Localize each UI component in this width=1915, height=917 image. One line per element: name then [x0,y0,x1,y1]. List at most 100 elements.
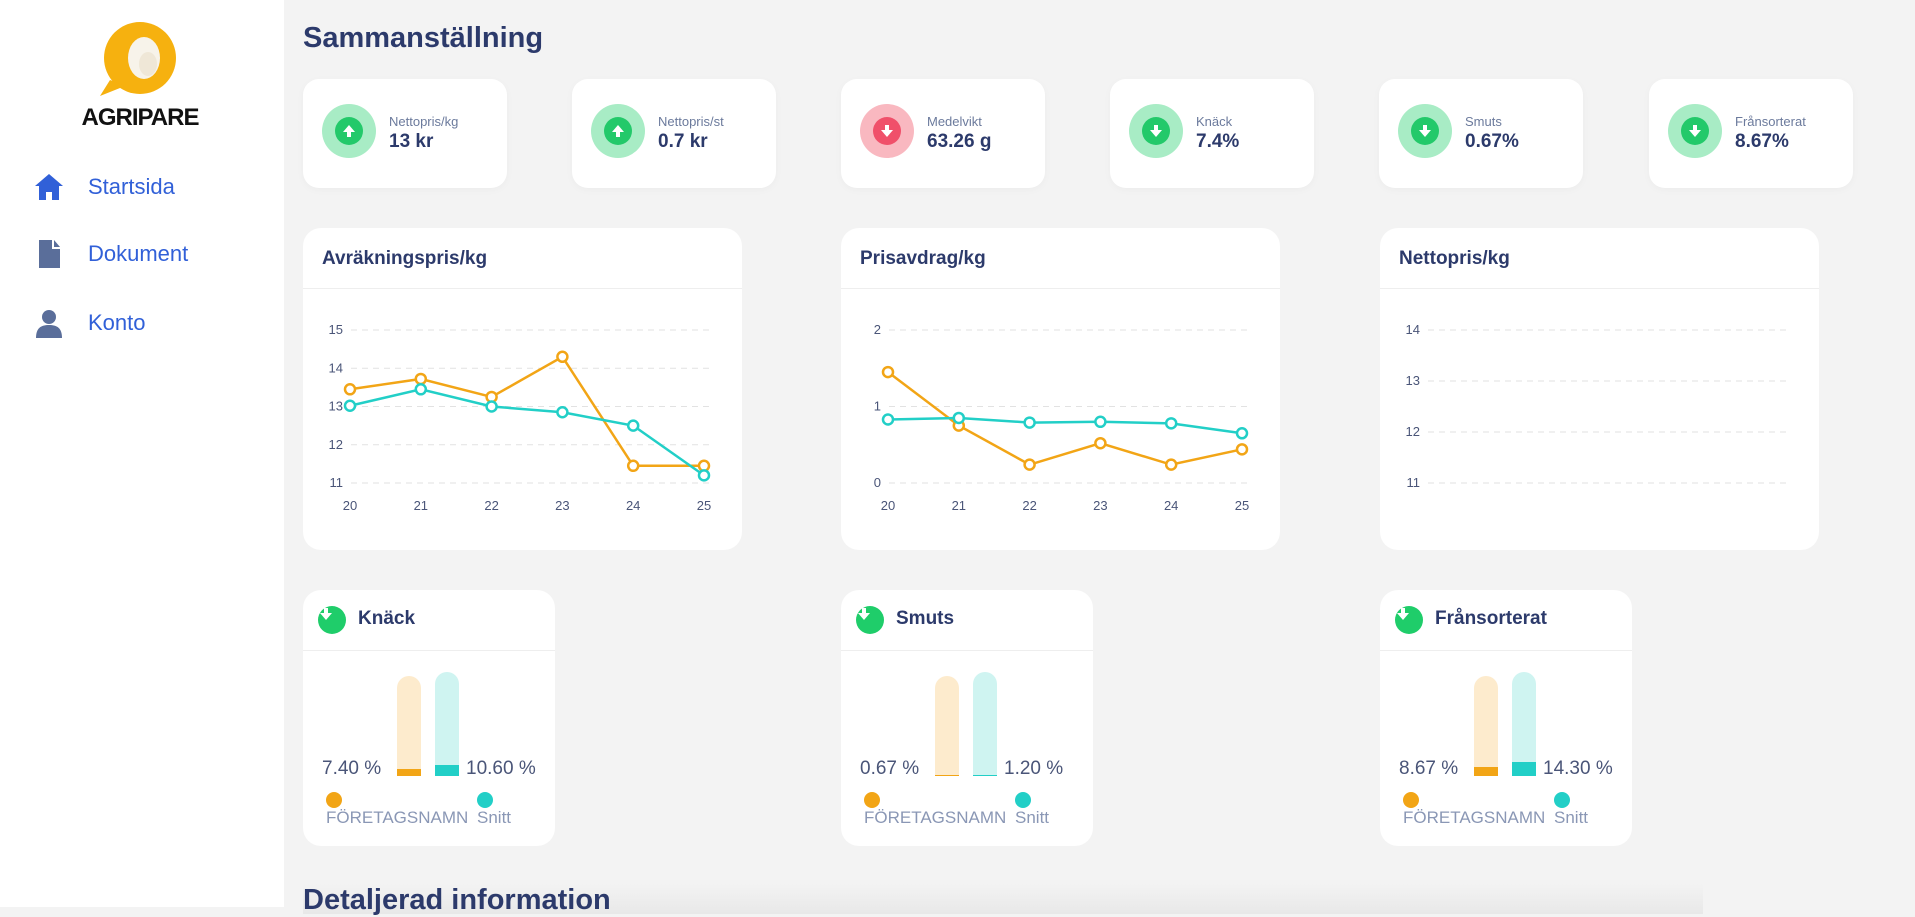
main-content: Sammanställning Nettopris/kg 13 kr Nettopr… [284,0,1915,916]
y-tick-label: 0 [874,475,881,490]
bar-card-title: Frånsorterat [1435,608,1547,629]
sidebar: AGRIPARE Startsida Dokument Konto [0,0,284,907]
legend-dot-avg [1554,792,1570,808]
data-point [626,459,640,473]
y-tick-label: 13 [329,399,343,414]
arrow-down-icon [1668,104,1722,158]
arrow-down-icon [860,104,914,158]
sidebar-item-startsida[interactable]: Startsida [32,167,175,207]
brand-name: AGRIPARE [81,104,200,131]
data-point [1023,458,1036,471]
avg-bar-track [435,672,459,776]
bar-card-title: Knäck [358,608,416,629]
legend-label-company: FÖRETAGSNAMN [1403,808,1546,827]
data-point [1164,417,1178,430]
kpi-value: 0.67% [1465,131,1519,152]
legend-label-company: FÖRETAGSNAMN [864,808,1007,827]
x-tick-label: 24 [626,498,640,513]
company-bar-track [1474,676,1498,776]
data-point [343,399,357,412]
data-point [1094,436,1107,450]
data-point [1094,415,1107,429]
avg-pct: 1.20 % [1004,758,1064,779]
x-tick-label: 20 [343,498,357,513]
arrow-down-icon [856,606,884,634]
kpi-value: 63.26 g [927,131,992,152]
egg-logo-icon [100,22,176,96]
y-tick-label: 12 [329,437,343,452]
company-pct: 0.67 % [860,758,920,779]
divider [303,650,555,651]
company-bar-track [935,676,959,776]
sidebar-item-dokument[interactable]: Dokument [32,234,188,274]
avg-pct: 14.30 % [1543,758,1613,779]
x-tick-label: 24 [1164,498,1178,513]
kpi-card: Nettopris/st 0.7 kr [572,79,776,188]
legend-label-company: FÖRETAGSNAMN [326,808,469,827]
bar-card: Frånsorterat 8.67 % 14.30 % FÖRETAGSNAMN Sni… [1380,590,1632,846]
kpi-label: Medelvikt [927,114,982,129]
kpi-value: 7.4% [1196,131,1240,152]
company-bar [1474,767,1498,776]
x-tick-label: 25 [697,498,711,513]
chart-card-nettopris: Nettopris/kg 11 12 13 14 [1380,228,1819,550]
kpi-card: Frånsorterat 8.67% [1649,79,1853,188]
legend-dot-company [326,792,342,808]
avg-bar [1512,761,1536,776]
y-tick-label: 14 [1406,322,1420,337]
divider [841,650,1093,651]
kpi-value: 0.7 kr [658,131,708,152]
kpi-value: 8.67% [1735,131,1789,152]
y-tick-label: 11 [1407,475,1421,490]
avg-bar [973,774,997,776]
x-tick-label: 25 [1235,498,1249,513]
line-chart-nettopris: 11 12 13 14 [1406,322,1786,490]
arrow-up-icon [591,104,645,158]
data-point [343,383,357,396]
kpi-card: Smuts 0.67% [1379,79,1583,188]
series-line [349,388,705,477]
arrow-down-icon [1398,104,1452,158]
kpi-label: Nettopris/st [658,114,724,129]
company-pct: 8.67 % [1399,758,1459,779]
document-icon [32,237,66,271]
sidebar-item-konto[interactable]: Konto [32,303,146,343]
data-point [881,365,895,379]
x-tick-label: 21 [414,498,428,513]
company-bar [935,775,959,776]
data-point [1023,416,1036,429]
kpi-card: Nettopris/kg 13 kr [303,79,507,188]
avg-bar-track [973,672,997,776]
bar-card-title: Smuts [896,608,955,629]
x-tick-label: 21 [952,498,966,513]
arrow-up-icon [322,104,376,158]
series-line [349,355,704,468]
section-title-detaljerad: Detaljerad information [303,884,611,916]
kpi-label: Frånsorterat [1735,114,1806,129]
kpi-card: Medelvikt 63.26 g [841,79,1045,188]
company-bar [397,768,421,776]
data-point [485,400,498,413]
arrow-down-icon [318,606,346,634]
avg-bar [435,765,459,776]
legend-label-avg: Snitt [477,808,512,827]
x-tick-label: 23 [1093,498,1107,513]
kpi-card: Knäck 7.4% [1110,79,1314,188]
legend-dot-avg [477,792,493,808]
x-tick-label: 20 [881,498,895,513]
logo[interactable]: AGRIPARE [70,18,210,133]
sidebar-item-label: Startsida [88,174,175,199]
arrow-down-icon [1395,606,1423,634]
avg-bar-track [1512,672,1536,776]
y-tick-label: 1 [874,399,881,414]
y-tick-label: 11 [330,475,344,490]
y-tick-label: 14 [329,360,343,375]
x-tick-label: 23 [555,498,569,513]
data-point [626,419,640,432]
page-title: Sammanställning [303,22,544,54]
y-tick-label: 13 [1406,373,1420,388]
y-tick-label: 15 [329,322,343,337]
data-point [556,405,569,419]
data-point [414,372,428,386]
data-point [952,411,966,425]
